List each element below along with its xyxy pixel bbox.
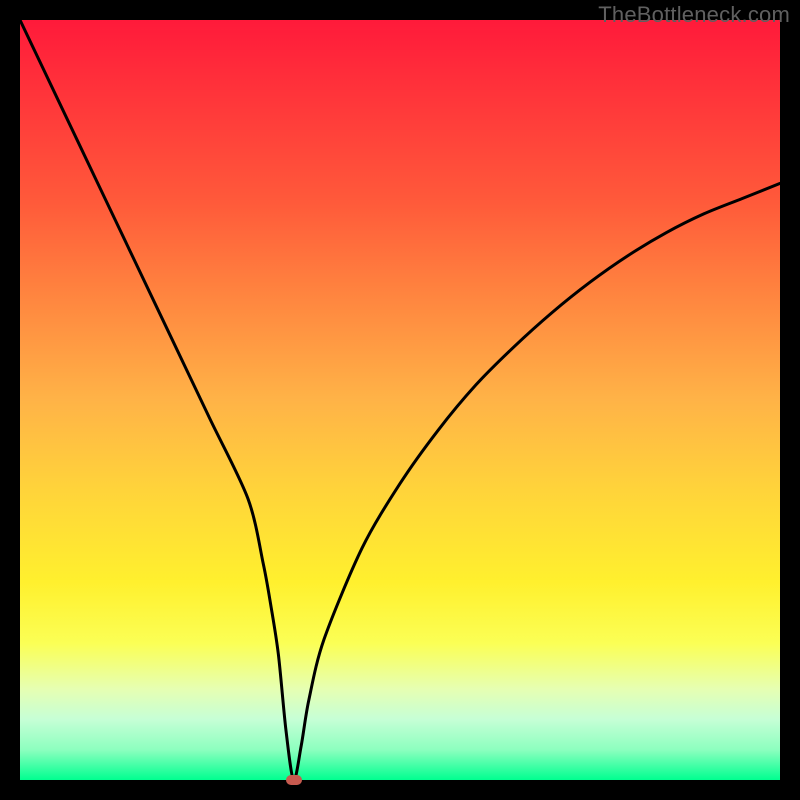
curve-svg: [20, 20, 780, 780]
bottleneck-marker: [286, 775, 302, 785]
watermark-text: TheBottleneck.com: [598, 2, 790, 28]
chart-container: TheBottleneck.com: [0, 0, 800, 800]
bottleneck-curve-path: [20, 20, 780, 780]
plot-area: [20, 20, 780, 780]
